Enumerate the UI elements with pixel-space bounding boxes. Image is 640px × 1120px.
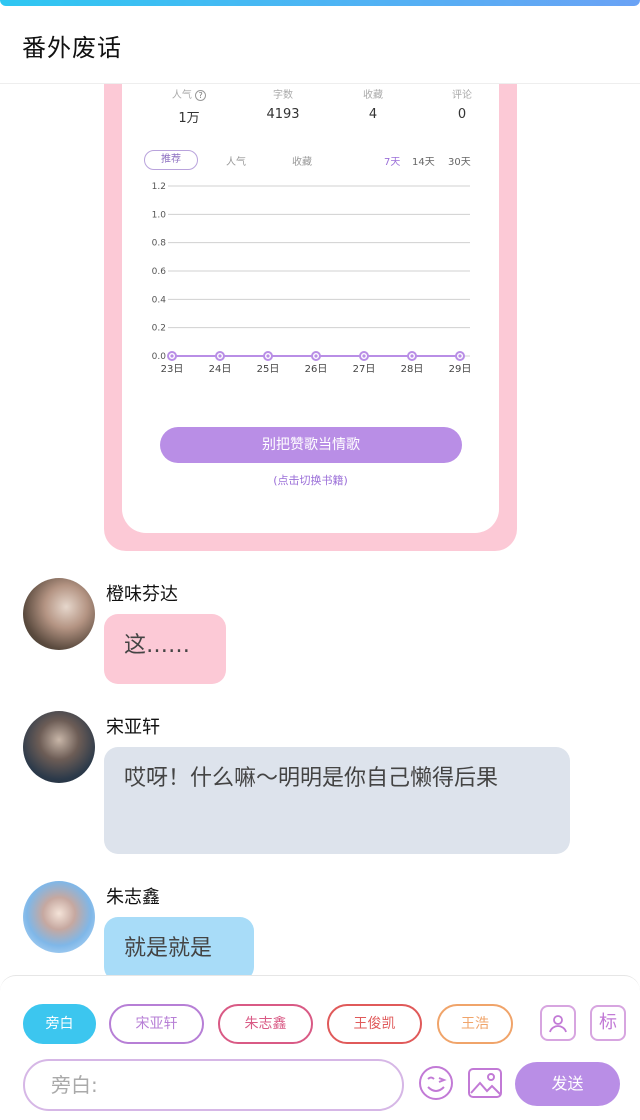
data-point-center — [266, 354, 270, 358]
stat-value: 0 — [457, 107, 467, 122]
tab-recommend[interactable]: 推荐 — [144, 150, 198, 170]
role-chip-narrator[interactable]: 旁白 — [23, 1004, 96, 1044]
y-tick-label: 1.0 — [152, 210, 166, 220]
send-button[interactable]: 发送 — [515, 1062, 620, 1106]
data-point-center — [362, 354, 366, 358]
x-tick-label: 29日 — [449, 364, 472, 374]
data-point-center — [170, 354, 174, 358]
line-chart: 1.2 1.0 0.8 0.6 0.4 0.2 0.0 23日 24日 25日 26日 27日 28日 2… — [152, 182, 472, 374]
sender-name: 宋亚轩 — [106, 717, 160, 738]
role-chip-zhu-zhixin[interactable]: 朱志鑫 — [218, 1004, 313, 1044]
x-tick-label: 27日 — [353, 364, 376, 374]
x-tick-label: 23日 — [161, 364, 184, 374]
stat-label: 人气 — [171, 90, 192, 101]
avatar[interactable] — [23, 881, 95, 953]
y-tick-label: 0.4 — [152, 295, 166, 305]
x-tick-label: 25日 — [257, 364, 280, 374]
stat-label: 收藏 — [363, 90, 383, 101]
image-icon[interactable] — [467, 1065, 503, 1101]
tab-popularity[interactable]: 人气 — [226, 153, 246, 168]
x-tick-label: 26日 — [305, 364, 328, 374]
sender-name: 朱志鑫 — [106, 887, 160, 908]
stat-comments: 评论 0 — [417, 84, 507, 122]
y-tick-label: 0.6 — [152, 267, 166, 277]
message-bubble[interactable]: 就是就是 — [104, 917, 254, 981]
role-chip-song-yaxuan[interactable]: 宋亚轩 — [109, 1004, 204, 1044]
y-tick-label: 0.0 — [152, 352, 166, 362]
tab-favorites[interactable]: 收藏 — [292, 153, 312, 168]
avatar[interactable] — [23, 711, 95, 783]
stat-value: 4 — [368, 107, 378, 122]
x-tick-label: 28日 — [401, 364, 424, 374]
switch-book-link[interactable]: (点击切换书籍) — [122, 472, 499, 488]
y-tick-label: 1.2 — [152, 182, 166, 192]
message-bubble[interactable]: 这…… — [104, 614, 226, 684]
range-7-days[interactable]: 7天 — [384, 153, 400, 168]
y-tick-label: 0.2 — [152, 324, 166, 334]
role-chip-wang-hao[interactable]: 王浩 — [437, 1004, 513, 1044]
stat-wordcount: 字数 4193 — [238, 84, 328, 122]
chart-tabs: 推荐 人气 收藏 7天 14天 30天 — [122, 148, 499, 172]
role-chip-wang-junkai[interactable]: 王俊凯 — [327, 1004, 422, 1044]
stats-panel: 人气 ? 1万 字数 4193 收藏 4 评论 0 推荐 人气 收藏 7天 14… — [122, 84, 499, 533]
header: 番外废话 — [0, 6, 640, 84]
emoji-icon[interactable] — [418, 1065, 454, 1101]
shared-image-card[interactable]: 人气 ? 1万 字数 4193 收藏 4 评论 0 推荐 人气 收藏 7天 14… — [104, 84, 517, 551]
tag-icon[interactable]: 标 — [590, 1005, 626, 1041]
range-14-days[interactable]: 14天 — [412, 153, 435, 168]
data-point-center — [218, 354, 222, 358]
composer-panel: 旁白 宋亚轩 朱志鑫 王俊凯 王浩 标 旁白: 发送 — [0, 975, 640, 1120]
data-point-center — [458, 354, 462, 358]
contact-card-icon[interactable] — [540, 1005, 576, 1041]
message-bubble[interactable]: 哎呀！什么嘛～明明是你自己懒得后果 — [104, 747, 570, 854]
stat-favorites: 收藏 4 — [328, 84, 418, 122]
data-point-center — [314, 354, 318, 358]
message-input[interactable]: 旁白: — [23, 1059, 404, 1111]
page-title: 番外废话 — [22, 34, 122, 62]
stat-label: 字数 — [273, 90, 293, 101]
y-tick-label: 0.8 — [152, 239, 166, 249]
sender-name: 橙味芬达 — [106, 584, 178, 605]
stats-row: 人气 ? 1万 字数 4193 收藏 4 评论 0 — [122, 84, 499, 134]
data-point-center — [410, 354, 414, 358]
stat-label: 评论 — [452, 90, 472, 101]
stat-value: 4193 — [266, 107, 300, 122]
stat-popularity: 人气 ? 1万 — [144, 84, 234, 126]
book-title-button[interactable]: 别把赞歌当情歌 — [160, 427, 462, 463]
stat-value: 1万 — [178, 111, 200, 126]
range-30-days[interactable]: 30天 — [448, 153, 471, 168]
x-tick-label: 24日 — [209, 364, 232, 374]
help-icon: ? — [195, 89, 207, 101]
avatar[interactable] — [23, 578, 95, 650]
